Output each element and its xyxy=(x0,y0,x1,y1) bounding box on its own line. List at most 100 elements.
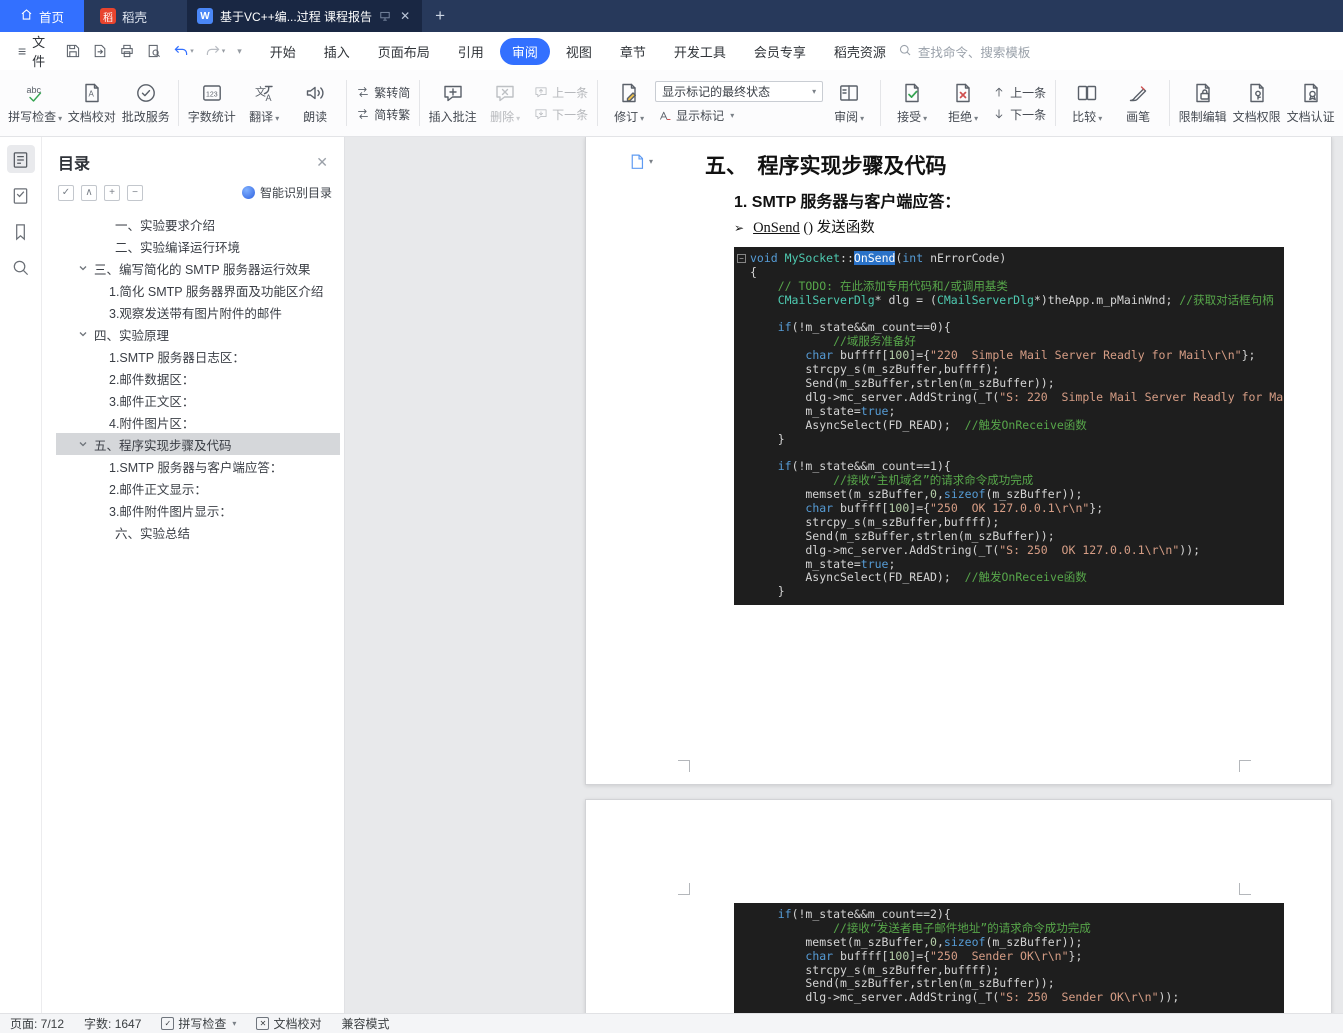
outline-item[interactable]: 3.观察发送带有图片附件的邮件 xyxy=(56,301,340,323)
close-icon[interactable]: ✕ xyxy=(316,154,328,171)
outline-panel: 目录 ✕ ✓ ∧ + − 智能识别目录 一、实验要求介绍 二、实验编译运行环境 三、… xyxy=(42,137,345,1013)
document-tab[interactable]: W 基于VC++编...过程 课程报告 ✕ xyxy=(187,0,423,32)
menu-item[interactable]: 开发工具 xyxy=(662,38,738,65)
compare-button[interactable]: 比较 ▾ xyxy=(1062,77,1112,129)
wordcount-button[interactable]: 123 字数统计 xyxy=(185,77,238,129)
show-markup-button[interactable]: 显示标记 ▾ xyxy=(655,106,823,125)
outline-item[interactable]: 1.SMTP 服务器与客户端应答： xyxy=(56,455,340,477)
page-settings-icon xyxy=(631,154,644,169)
restrict-edit-icon xyxy=(1192,81,1214,105)
outline-panel-icon[interactable] xyxy=(6,145,35,173)
chapter-nav-icon[interactable] xyxy=(7,181,35,209)
document-canvas[interactable]: ▾ 五、 程序实现步骤及代码 1. SMTP 服务器与客户端应答： ➢ OnSe… xyxy=(345,137,1343,1013)
review-pane-button[interactable]: 审阅 ▾ xyxy=(824,77,874,129)
export-icon[interactable] xyxy=(92,43,108,59)
save-icon[interactable] xyxy=(65,43,81,59)
page-indicator[interactable]: 页面: 7/12 xyxy=(10,1015,64,1032)
review-ribbon: abc 拼写检查 ▾ A 文档校对 批改服务 123 字数统计文 A 翻译 ▾ 朗读 繁转简简转繁 插入批… xyxy=(0,70,1343,137)
outline-item[interactable]: 2.邮件正文显示： xyxy=(56,477,340,499)
menu-item[interactable]: 章节 xyxy=(608,38,658,65)
menu-item[interactable]: 会员专享 xyxy=(742,38,818,65)
undo-dropdown-icon[interactable]: ▾ xyxy=(190,47,194,55)
chevron-down-icon[interactable] xyxy=(76,263,90,273)
outline-item[interactable]: 1.简化 SMTP 服务器界面及功能区介绍 xyxy=(56,279,340,301)
grading-button[interactable]: 批改服务 xyxy=(119,77,172,129)
command-search[interactable]: 查找命令、搜索模板 xyxy=(898,42,1030,61)
prev-revision-button[interactable]: 上一条 xyxy=(989,83,1049,102)
menu-item[interactable]: 页面布局 xyxy=(366,38,442,65)
doc-certify-icon xyxy=(1300,81,1322,105)
translate-button[interactable]: 文 A 翻译 ▾ xyxy=(239,77,289,129)
menu-item[interactable]: 开始 xyxy=(258,38,308,65)
insert-comment-button[interactable]: 插入批注 xyxy=(426,77,479,129)
redo-dropdown-icon[interactable]: ▾ xyxy=(222,47,226,55)
outline-item[interactable]: 2.邮件数据区： xyxy=(56,367,340,389)
collapse-all-icon[interactable]: ∧ xyxy=(81,184,97,201)
outline-item[interactable]: 3.邮件正文区： xyxy=(56,389,340,411)
expand-level-icon[interactable]: + xyxy=(104,184,120,201)
redo-icon[interactable]: ▾ xyxy=(205,43,226,59)
menu-item[interactable]: 引用 xyxy=(446,38,496,65)
outline-item[interactable]: 五、程序实现步骤及代码 xyxy=(56,433,340,455)
next-comment-button[interactable]: 下一条 xyxy=(531,105,591,124)
brush-button[interactable]: 画笔 xyxy=(1113,77,1163,129)
home-icon xyxy=(20,8,33,24)
outline-item[interactable]: 1.SMTP 服务器日志区： xyxy=(56,345,340,367)
restrict-edit-button[interactable]: 限制编辑 xyxy=(1176,77,1229,129)
menu-item[interactable]: 视图 xyxy=(554,38,604,65)
chevron-down-icon[interactable] xyxy=(76,439,90,449)
doc-search-icon[interactable] xyxy=(7,253,35,281)
customize-toolbar-icon[interactable]: ▾ xyxy=(237,46,242,57)
prev-comment-button[interactable]: 上一条 xyxy=(531,83,591,102)
readaloud-button[interactable]: 朗读 xyxy=(290,77,340,129)
markup-state-select[interactable]: 显示标记的最终状态 ▾ xyxy=(655,81,824,102)
print-icon[interactable] xyxy=(119,43,135,59)
ribbon-divider xyxy=(346,80,348,126)
delete-comment-button[interactable]: 删除 ▾ xyxy=(480,77,530,129)
tab-close-icon[interactable]: ✕ xyxy=(398,9,412,23)
new-tab-button[interactable]: + xyxy=(422,0,458,32)
accept-button[interactable]: 接受 ▾ xyxy=(887,77,937,129)
doc-permission-button[interactable]: 文档权限 xyxy=(1230,77,1283,129)
spellcheck-button[interactable]: abc 拼写检查 ▾ xyxy=(6,77,64,129)
file-menu-button[interactable]: ≡ 文件 xyxy=(12,32,51,70)
outline-item[interactable]: 3.邮件附件图片显示： xyxy=(56,499,340,521)
outline-item[interactable]: 六、实验总结 xyxy=(56,521,340,543)
arrow-down-icon xyxy=(992,107,1006,121)
revision-button[interactable]: 修订 ▾ xyxy=(604,77,654,129)
print-preview-icon[interactable] xyxy=(146,43,162,59)
page-next[interactable]: if(!m_state&&m_count==2){ //接收“发送者电子邮件地址… xyxy=(585,799,1332,1013)
outline-item[interactable]: 四、实验原理 xyxy=(56,323,340,345)
outline-item[interactable]: 三、编写简化的 SMTP 服务器运行效果 xyxy=(56,257,340,279)
page-current[interactable]: ▾ 五、 程序实现步骤及代码 1. SMTP 服务器与客户端应答： ➢ OnSe… xyxy=(585,137,1332,785)
proofread-button[interactable]: A 文档校对 xyxy=(65,77,118,129)
word-count[interactable]: 字数: 1647 xyxy=(84,1015,141,1032)
home-tab[interactable]: 首页 xyxy=(0,0,85,32)
reject-button[interactable]: 拒绝 ▾ xyxy=(938,77,988,129)
collapse-level-icon[interactable]: − xyxy=(127,184,143,201)
outline-item[interactable]: 4.附件图片区： xyxy=(56,411,340,433)
traditional-to-simplified-button[interactable]: 繁转简 xyxy=(353,83,413,102)
undo-icon[interactable]: ▾ xyxy=(173,43,194,59)
tab-device-icon[interactable] xyxy=(379,10,391,22)
smart-identify-button[interactable]: 智能识别目录 xyxy=(241,184,332,201)
next-revision-button[interactable]: 下一条 xyxy=(989,105,1049,124)
spellcheck-toggle[interactable]: ✓ 拼写检查 ▾ xyxy=(161,1015,236,1032)
chevron-down-icon[interactable] xyxy=(76,329,90,339)
bookmark-icon[interactable] xyxy=(7,217,35,245)
simplified-to-traditional-button[interactable]: 简转繁 xyxy=(353,105,413,124)
outline-item[interactable]: 一、实验要求介绍 xyxy=(56,213,340,235)
docer-tab[interactable]: 稻 稻壳 xyxy=(84,0,187,32)
doc-subheading: 1. SMTP 服务器与客户端应答： xyxy=(734,194,961,211)
bubble-up-icon xyxy=(534,85,548,99)
menu-item[interactable]: 审阅 xyxy=(499,37,550,65)
menu-item[interactable]: 插入 xyxy=(312,38,362,65)
page-quick-tools[interactable]: ▾ xyxy=(628,153,653,170)
outline-item[interactable]: 二、实验编译运行环境 xyxy=(56,235,340,257)
translate-icon: 文A xyxy=(253,81,275,105)
menu-item[interactable]: 稻壳资源 xyxy=(822,38,898,65)
onsend-link: OnSend xyxy=(753,220,800,236)
doc-certify-button[interactable]: 文档认证 xyxy=(1284,77,1337,129)
proofread-toggle[interactable]: ✕ 文档校对 xyxy=(256,1015,321,1032)
select-headings-icon[interactable]: ✓ xyxy=(58,184,74,201)
